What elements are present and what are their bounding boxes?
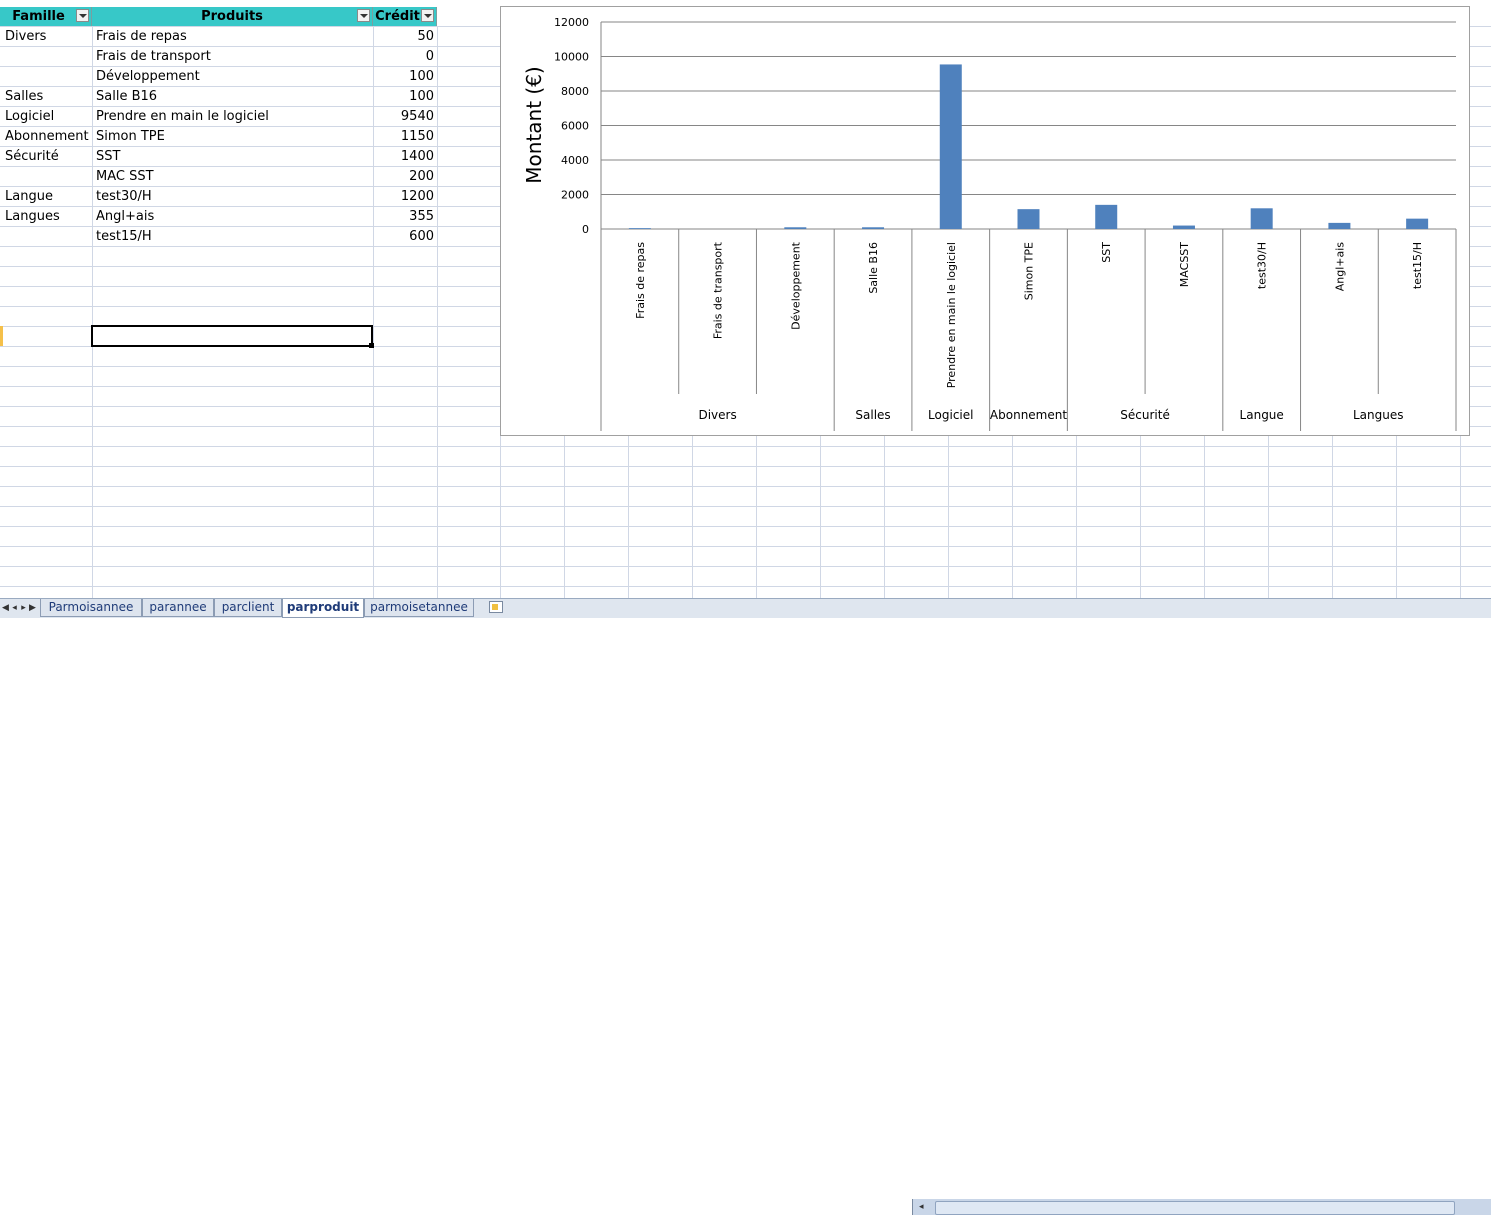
- header-credit-label: Crédit: [375, 9, 420, 24]
- cell-famille[interactable]: Logiciel: [5, 107, 91, 127]
- cell-credit[interactable]: 200: [375, 167, 434, 187]
- header-famille: Famille: [0, 7, 92, 26]
- x-category-label: test15/H: [1411, 242, 1424, 289]
- x-category-label: Frais de repas: [634, 242, 647, 319]
- cell-produit[interactable]: Salle B16: [96, 87, 370, 107]
- cell-famille[interactable]: [5, 167, 91, 187]
- x-category-label: SST: [1100, 242, 1113, 263]
- cell-produit[interactable]: Prendre en main le logiciel: [96, 107, 370, 127]
- cell-credit[interactable]: 1200: [375, 187, 434, 207]
- cell-produit[interactable]: Simon TPE: [96, 127, 370, 147]
- cell-produit[interactable]: MAC SST: [96, 167, 370, 187]
- sheet-tab-parclient[interactable]: parclient: [214, 599, 282, 617]
- sheet-tab-bar: ◀ ◂ ▸ ▶ Parmoisannee parannee parclient par…: [0, 598, 1491, 1215]
- cell-credit[interactable]: 0: [375, 47, 434, 67]
- sheet-tab-parannee[interactable]: parannee: [142, 599, 214, 617]
- bar: [1250, 208, 1273, 229]
- scrollbar-thumb[interactable]: [935, 1201, 1455, 1215]
- cell-credit[interactable]: 1400: [375, 147, 434, 167]
- filter-dropdown-icon[interactable]: [421, 9, 434, 22]
- cell-produit[interactable]: SST: [96, 147, 370, 167]
- bar: [628, 228, 651, 229]
- cell-famille[interactable]: Abonnement: [5, 127, 91, 147]
- y-tick-label: 4000: [561, 154, 589, 167]
- cell-produit[interactable]: Développement: [96, 67, 370, 87]
- cell-famille[interactable]: [5, 227, 91, 247]
- scroll-left-icon[interactable]: ◂: [919, 1201, 929, 1213]
- cell-famille[interactable]: Sécurité: [5, 147, 91, 167]
- selected-cell[interactable]: [91, 325, 373, 347]
- nav-last-icon[interactable]: ▶: [28, 601, 37, 615]
- y-tick-label: 2000: [561, 189, 589, 202]
- cell-credit[interactable]: 100: [375, 67, 434, 87]
- insert-sheet-icon[interactable]: [489, 601, 503, 613]
- y-tick-label: 8000: [561, 85, 589, 98]
- cell-famille[interactable]: Salles: [5, 87, 91, 107]
- cell-famille[interactable]: Divers: [5, 27, 91, 47]
- x-group-label: Divers: [698, 408, 736, 422]
- header-famille-label: Famille: [12, 9, 65, 24]
- x-category-label: MACSST: [1178, 242, 1191, 287]
- sheet-tab-parmoisetannee[interactable]: parmoisetannee: [364, 599, 474, 617]
- bar-chart[interactable]: 0 2000 4000 6000 8000 10000 12000 Montant (€) Fr…: [500, 6, 1470, 436]
- cell-produit[interactable]: Frais de transport: [96, 47, 370, 67]
- x-group-label: Langues: [1353, 408, 1404, 422]
- fill-handle[interactable]: [369, 343, 374, 348]
- x-category-label: Développement: [789, 241, 802, 329]
- nav-prev-icon[interactable]: ◂: [10, 601, 19, 615]
- bar: [1406, 218, 1429, 229]
- x-group-label: Salles: [855, 408, 890, 422]
- x-group-label: Langue: [1240, 408, 1284, 422]
- y-axis-label: Montant (€): [522, 66, 546, 183]
- chart-canvas: 0 2000 4000 6000 8000 10000 12000 Montant (€) Fr…: [522, 16, 1457, 431]
- x-group-label: Sécurité: [1120, 408, 1170, 422]
- header-credit: Crédit: [373, 7, 437, 26]
- x-category-label: Frais de transport: [712, 241, 725, 339]
- sheet-tab-parproduit[interactable]: parproduit: [282, 599, 364, 618]
- cell-famille[interactable]: Langues: [5, 207, 91, 227]
- cell-credit[interactable]: 9540: [375, 107, 434, 127]
- cell-credit[interactable]: 100: [375, 87, 434, 107]
- cell-credit[interactable]: 50: [375, 27, 434, 47]
- bar: [1095, 204, 1118, 229]
- active-row-indicator: [0, 326, 3, 346]
- cell-credit[interactable]: 1150: [375, 127, 434, 147]
- header-produits-label: Produits: [201, 9, 263, 24]
- cell-famille[interactable]: [5, 67, 91, 87]
- filter-dropdown-icon[interactable]: [357, 9, 370, 22]
- cell-produit[interactable]: Frais de repas: [96, 27, 370, 47]
- nav-next-icon[interactable]: ▸: [19, 601, 28, 615]
- cell-produit[interactable]: test30/H: [96, 187, 370, 207]
- bar: [862, 227, 885, 229]
- bar: [1172, 225, 1195, 229]
- cell-credit[interactable]: 600: [375, 227, 434, 247]
- header-produits: Produits: [92, 7, 373, 26]
- cell-famille[interactable]: [5, 47, 91, 67]
- x-category-label: test30/H: [1256, 242, 1269, 289]
- bar: [784, 227, 807, 229]
- cell-credit[interactable]: 355: [375, 207, 434, 227]
- cell-famille[interactable]: Langue: [5, 187, 91, 207]
- x-category-label: Salle B16: [867, 242, 880, 294]
- x-category-label: Angl+ais: [1333, 242, 1346, 292]
- y-tick-label: 12000: [554, 16, 589, 29]
- x-category-label: Simon TPE: [1023, 242, 1036, 300]
- horizontal-scrollbar[interactable]: ◂: [912, 1199, 1491, 1215]
- x-group-label: Logiciel: [928, 408, 973, 422]
- x-category-label: Prendre en main le logiciel: [945, 242, 958, 388]
- bar: [1017, 209, 1040, 229]
- filter-dropdown-icon[interactable]: [76, 9, 89, 22]
- sheet-tab-parmoisannee[interactable]: Parmoisannee: [40, 599, 142, 617]
- y-tick-label: 0: [582, 223, 589, 236]
- cell-produit[interactable]: test15/H: [96, 227, 370, 247]
- nav-first-icon[interactable]: ◀: [1, 601, 10, 615]
- bar: [939, 64, 962, 229]
- cell-produit[interactable]: Angl+ais: [96, 207, 370, 227]
- y-tick-label: 10000: [554, 51, 589, 64]
- x-group-label: Abonnement: [990, 408, 1067, 422]
- bar: [1328, 222, 1351, 229]
- y-tick-label: 6000: [561, 120, 589, 133]
